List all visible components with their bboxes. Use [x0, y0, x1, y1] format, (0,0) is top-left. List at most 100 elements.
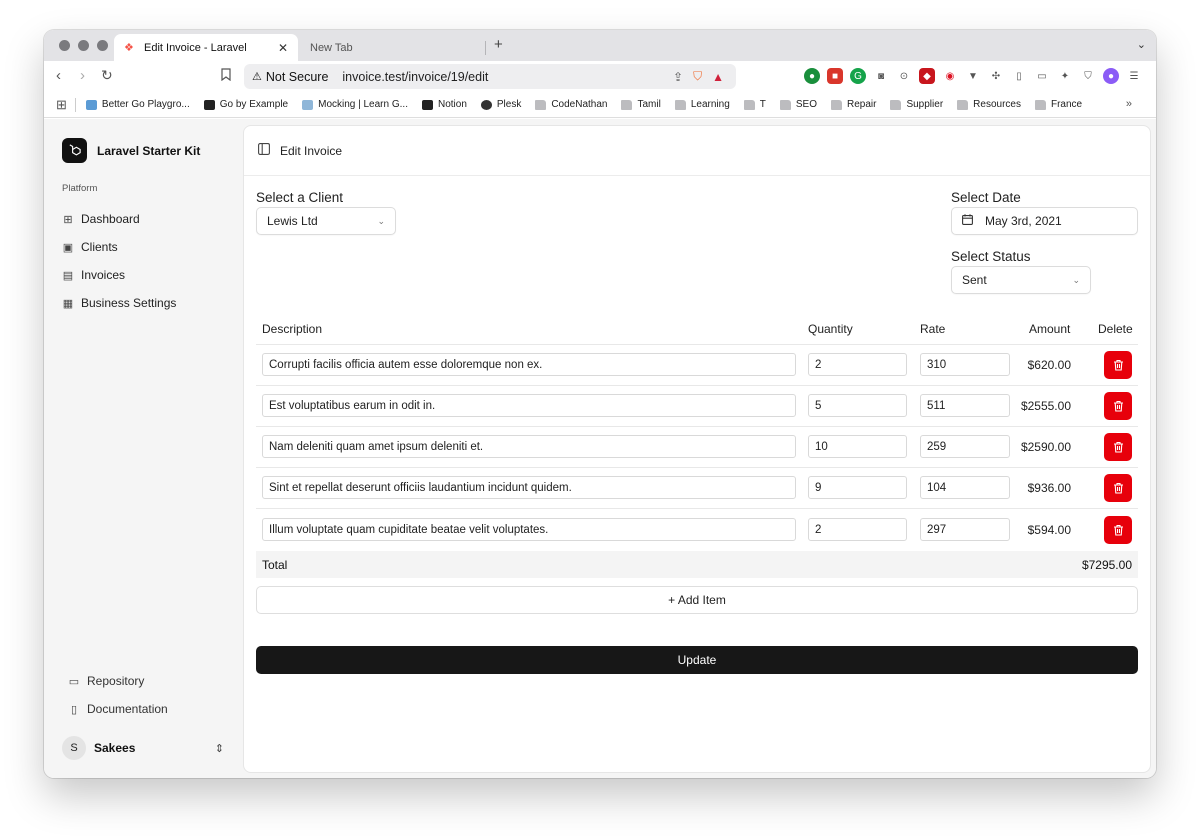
- rate-input[interactable]: 511: [920, 394, 1010, 417]
- documentation-link[interactable]: ▯ Documentation: [68, 695, 168, 723]
- date-picker[interactable]: May 3rd, 2021: [951, 207, 1138, 235]
- sidebar-nav: ⊞ Dashboard ▣ Clients ▤ Invoices ▦ Business …: [62, 205, 177, 317]
- bookmark-t[interactable]: T: [743, 99, 766, 110]
- quantity-input[interactable]: 2: [808, 518, 907, 541]
- link-label: Repository: [87, 674, 145, 688]
- brave-rewards-icon[interactable]: ▲: [712, 70, 724, 84]
- bookmarks-divider: [74, 97, 76, 112]
- chevron-down-icon[interactable]: ⌄: [1137, 38, 1146, 51]
- bookmark-label: CodeNathan: [551, 99, 608, 110]
- grammar-extension-icon[interactable]: ●: [804, 68, 820, 84]
- record-icon[interactable]: ◉: [942, 68, 958, 84]
- quantity-input[interactable]: 5: [808, 394, 907, 417]
- sidebar-item-clients[interactable]: ▣ Clients: [62, 233, 176, 261]
- repository-link[interactable]: ▭ Repository: [68, 667, 168, 695]
- back-icon[interactable]: ‹: [56, 67, 61, 84]
- apps-grid-icon[interactable]: ⊞: [56, 97, 67, 113]
- bookmark-better-go-playground[interactable]: Better Go Playgro...: [85, 99, 190, 110]
- user-menu[interactable]: S Sakees ⇕: [62, 736, 224, 760]
- puzzle-icon[interactable]: ✣: [988, 68, 1004, 84]
- brave-shield-icon[interactable]: ⛉: [693, 69, 702, 84]
- address-bar[interactable]: ⚠ Not Secure invoice.test/invoice/19/edi…: [244, 64, 736, 89]
- laravel-logo-icon: [62, 138, 87, 163]
- wallet-icon[interactable]: ▭: [1034, 68, 1050, 84]
- more-bookmarks-button[interactable]: »: [1126, 98, 1132, 110]
- bookmark-tamil[interactable]: Tamil: [621, 99, 661, 110]
- bookmark-label: T: [759, 99, 766, 110]
- bookmark-notion[interactable]: Notion: [421, 99, 467, 110]
- bookmark-label: Resources: [973, 99, 1021, 110]
- folder-icon: [957, 99, 969, 110]
- amount-value: $2555.00: [1020, 399, 1071, 413]
- bookmark-go-by-example[interactable]: Go by Example: [203, 99, 288, 110]
- bookmark-france[interactable]: France: [1034, 99, 1082, 110]
- reload-icon[interactable]: ↻: [101, 67, 113, 84]
- tab-edit-invoice[interactable]: ❖ Edit Invoice - Laravel ✕: [114, 34, 298, 61]
- playground-icon: [85, 99, 97, 110]
- tab-new-tab[interactable]: New Tab: [300, 34, 484, 61]
- grammarly-icon[interactable]: G: [850, 68, 866, 84]
- sidebar-item-business-settings[interactable]: ▦ Business Settings: [62, 289, 177, 317]
- delete-item-button[interactable]: [1104, 351, 1132, 379]
- new-tab-button[interactable]: +: [494, 36, 503, 53]
- bookmark-icon[interactable]: [221, 68, 231, 84]
- trash-icon: [1113, 359, 1123, 371]
- sidebar-item-invoices[interactable]: ▤ Invoices: [62, 261, 176, 289]
- zoom-window-button[interactable]: [97, 40, 108, 51]
- table-divider: [256, 508, 1138, 509]
- pdf-extension-icon[interactable]: ■: [827, 68, 843, 84]
- delete-item-button[interactable]: [1104, 516, 1132, 544]
- vue-devtools-icon[interactable]: ▼: [965, 68, 981, 84]
- leo-ai-icon[interactable]: ✦: [1057, 68, 1073, 84]
- bookmark-mocking[interactable]: Mocking | Learn G...: [302, 99, 408, 110]
- delete-item-button[interactable]: [1104, 433, 1132, 461]
- bookmark-plesk[interactable]: Plesk: [480, 99, 522, 110]
- forward-icon[interactable]: ›: [80, 67, 85, 84]
- code-extension-icon[interactable]: ⊙: [896, 68, 912, 84]
- description-input[interactable]: Sint et repellat deserunt officiis lauda…: [262, 476, 796, 499]
- security-label[interactable]: Not Secure: [266, 70, 329, 84]
- column-header-delete: Delete: [1098, 322, 1133, 336]
- delete-item-button[interactable]: [1104, 474, 1132, 502]
- red-extension-icon[interactable]: ◆: [919, 68, 935, 84]
- quantity-input[interactable]: 10: [808, 435, 907, 458]
- amount-value: $620.00: [1027, 358, 1071, 372]
- sidebar-toggle-icon[interactable]: ▯: [1011, 68, 1027, 84]
- close-window-button[interactable]: [59, 40, 70, 51]
- sidebar-item-dashboard[interactable]: ⊞ Dashboard: [62, 205, 176, 233]
- rate-input[interactable]: 104: [920, 476, 1010, 499]
- description-input[interactable]: Illum voluptate quam cupiditate beatae v…: [262, 518, 796, 541]
- add-item-button[interactable]: + Add Item: [256, 586, 1138, 614]
- url-text[interactable]: invoice.test/invoice/19/edit: [342, 70, 673, 84]
- bookmark-resources[interactable]: Resources: [957, 99, 1021, 110]
- description-input[interactable]: Nam deleniti quam amet ipsum deleniti et…: [262, 435, 796, 458]
- notion-icon: [421, 99, 433, 110]
- camera-icon[interactable]: ◙: [873, 68, 889, 84]
- quantity-input[interactable]: 9: [808, 476, 907, 499]
- description-input[interactable]: Est voluptatibus earum in odit in.: [262, 394, 796, 417]
- delete-item-button[interactable]: [1104, 392, 1132, 420]
- share-icon[interactable]: ⇪: [673, 70, 683, 84]
- update-button[interactable]: Update: [256, 646, 1138, 674]
- bookmark-seo[interactable]: SEO: [779, 99, 817, 110]
- vpn-icon[interactable]: ⛉: [1080, 68, 1096, 84]
- bookmark-codenathan[interactable]: CodeNathan: [535, 99, 607, 110]
- rate-input[interactable]: 259: [920, 435, 1010, 458]
- minimize-window-button[interactable]: [78, 40, 89, 51]
- sidebar-toggle-icon[interactable]: [258, 143, 270, 158]
- description-input[interactable]: Corrupti facilis officia autem esse dolo…: [262, 353, 796, 376]
- bookmark-supplier[interactable]: Supplier: [890, 99, 943, 110]
- client-select[interactable]: Lewis Ltd ⌄: [256, 207, 396, 235]
- close-icon[interactable]: ✕: [278, 41, 288, 55]
- quantity-input[interactable]: 2: [808, 353, 907, 376]
- profile-icon[interactable]: ●: [1103, 68, 1119, 84]
- folder-icon: [535, 99, 547, 110]
- bookmark-repair[interactable]: Repair: [830, 99, 876, 110]
- rate-input[interactable]: 297: [920, 518, 1010, 541]
- status-select[interactable]: Sent ⌄: [951, 266, 1091, 294]
- bookmark-learning[interactable]: Learning: [674, 99, 730, 110]
- menu-icon[interactable]: ☰: [1126, 68, 1142, 84]
- rate-input[interactable]: 310: [920, 353, 1010, 376]
- brand[interactable]: Laravel Starter Kit: [62, 138, 200, 163]
- bookmark-label: Plesk: [496, 99, 522, 110]
